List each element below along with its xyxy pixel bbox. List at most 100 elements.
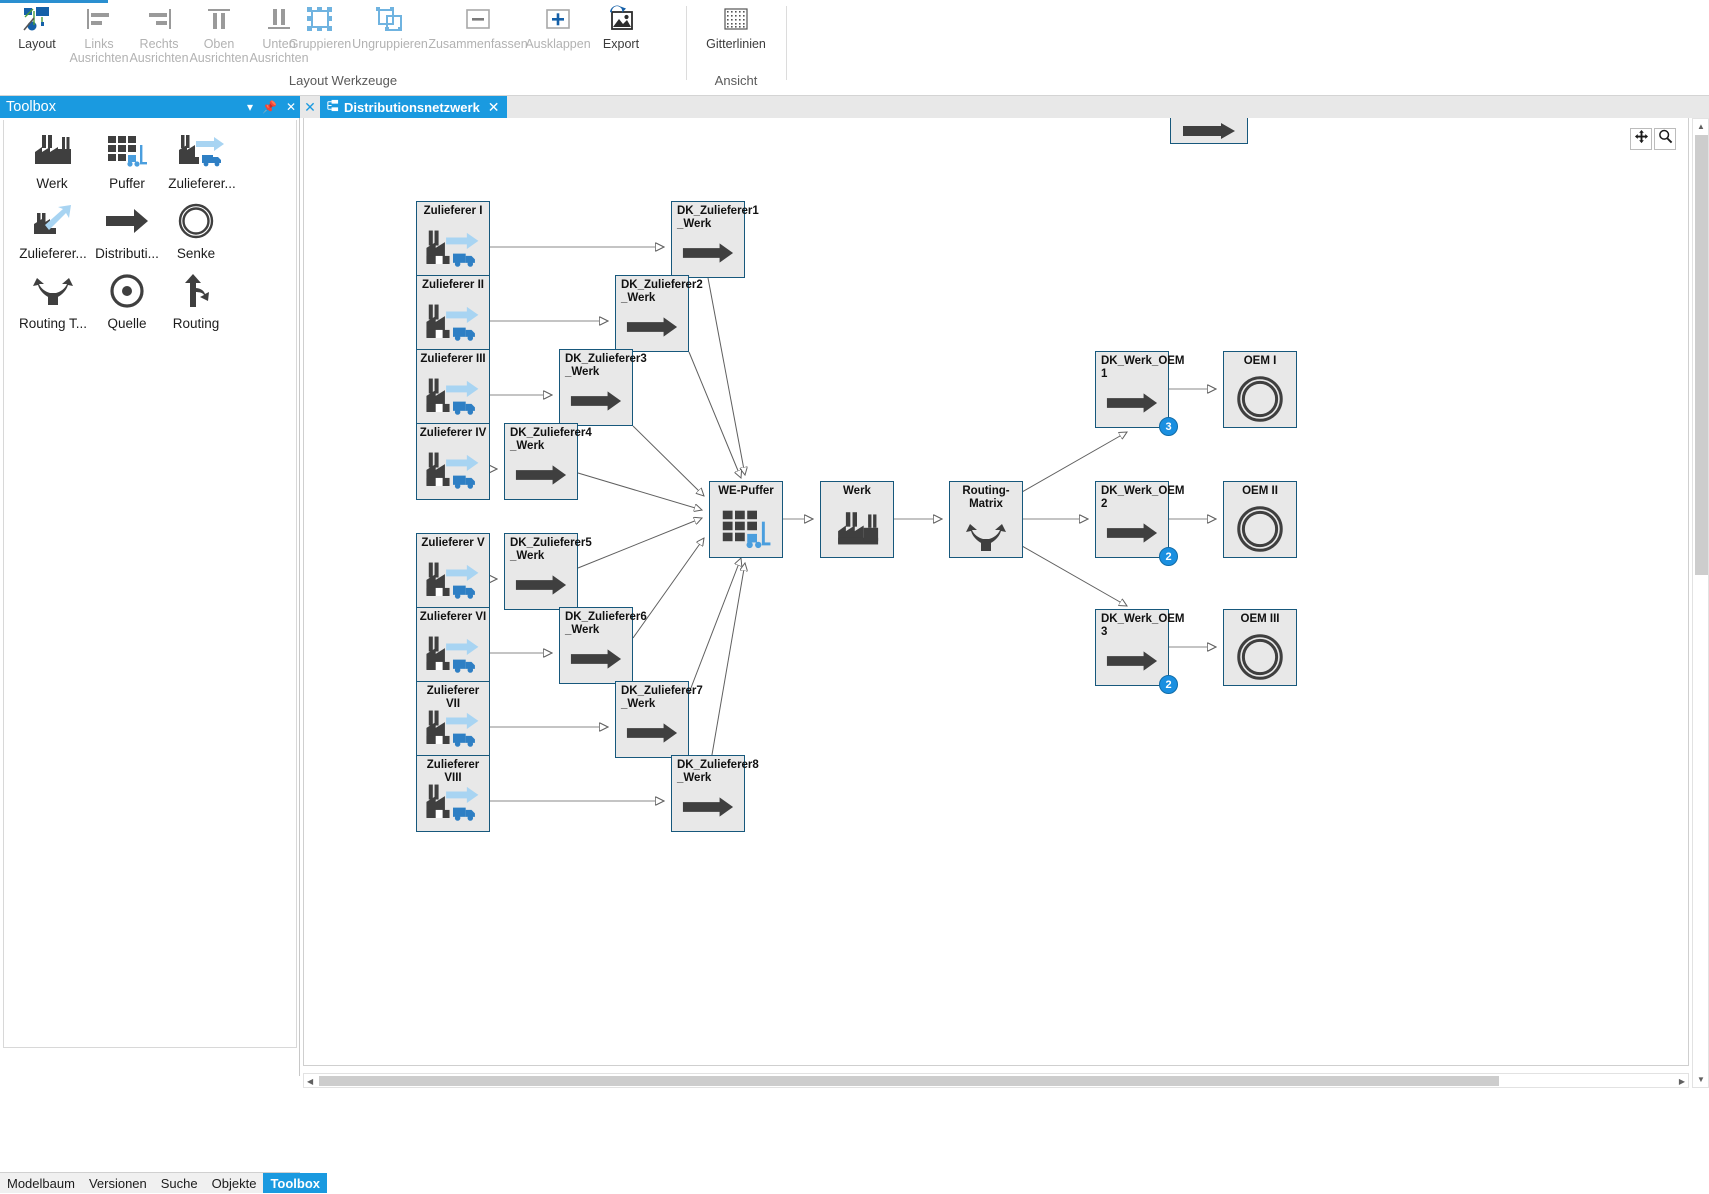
move-cross-icon: [1634, 129, 1649, 149]
toolbox-item-routing[interactable]: Routing: [156, 268, 236, 331]
zoom-tool-button[interactable]: [1654, 128, 1676, 150]
diagram-node-routing-matrix[interactable]: Routing- Matrix: [949, 481, 1023, 558]
diagram-node-zulieferer-1[interactable]: Zulieferer I: [416, 201, 490, 278]
diagram-node-dk-werk-oem-2[interactable]: DK_Werk_OEM 2 2: [1095, 481, 1185, 566]
pan-tool-button[interactable]: [1630, 128, 1652, 150]
routing-fork-icon: [7, 268, 99, 314]
supplier-truck-icon: [417, 446, 489, 496]
diagram-node-dk-zulieferer-6[interactable]: DK_Zulieferer6 _Werk: [559, 607, 647, 684]
diagram-node-oem-3[interactable]: OEM III: [1223, 609, 1297, 686]
panel-tab-suche[interactable]: Suche: [154, 1173, 205, 1193]
diagram-node-clipped-top[interactable]: [1170, 118, 1248, 144]
toolbox-item-werk-label: Werk: [36, 176, 68, 191]
node-label: Zulieferer V: [421, 537, 485, 549]
node-label: DK_Zulieferer2 _Werk: [621, 279, 703, 304]
vertical-scroll-thumb[interactable]: [1695, 135, 1708, 575]
toolbox-item-routing-tabelle[interactable]: Routing T...: [7, 268, 99, 331]
export-button[interactable]: Export: [592, 2, 650, 64]
panel-tab-objekte[interactable]: Objekte: [205, 1173, 264, 1193]
toolbox-item-puffer[interactable]: Puffer: [87, 128, 167, 191]
node-badge-count[interactable]: 2: [1159, 675, 1178, 694]
scroll-left-arrow-icon[interactable]: ◀: [307, 1077, 313, 1086]
diagram-node-zulieferer-7[interactable]: Zulieferer VII: [416, 681, 490, 758]
diagram-node-dk-zulieferer-1[interactable]: DK_Zulieferer1 _Werk: [671, 201, 759, 278]
node-label: Werk: [843, 485, 871, 497]
export-label: Export: [602, 37, 640, 51]
toolbox-item-zulieferer-transport[interactable]: Zulieferer...: [156, 128, 248, 191]
document-tab-distributionsnetzwerk[interactable]: Distributionsnetzwerk ✕: [320, 96, 507, 118]
supplier-truck-icon: [417, 224, 489, 274]
canvas-vertical-scrollbar[interactable]: ▲ ▼: [1692, 118, 1709, 1088]
sink-ring-icon: [1224, 372, 1296, 426]
gitterlinien-label: Gitterlinien: [706, 37, 766, 51]
diagram-node-zulieferer-3[interactable]: Zulieferer III: [416, 349, 490, 426]
node-label: DK_Zulieferer5 _Werk: [510, 537, 592, 562]
diagram-node-zulieferer-8[interactable]: Zulieferer VIII: [416, 755, 490, 832]
canvas-horizontal-scrollbar[interactable]: ◀ ▶: [303, 1073, 1689, 1088]
diagram-node-oem-1[interactable]: OEM I: [1223, 351, 1297, 428]
toolbox-item-routing-tabelle-label: Routing T...: [18, 316, 88, 331]
diagram-node-dk-zulieferer-7[interactable]: DK_Zulieferer7 _Werk: [615, 681, 703, 758]
node-label: Zulieferer I: [423, 205, 483, 217]
diagram-node-dk-werk-oem-3[interactable]: DK_Werk_OEM 3 2: [1095, 609, 1185, 694]
toolbox-tab-strip: Modelbaum Versionen Suche Objekte Toolbo…: [0, 1172, 328, 1193]
node-badge-count[interactable]: 2: [1159, 547, 1178, 566]
node-badge-count[interactable]: 3: [1159, 417, 1178, 436]
canvas-wrapper: Zulieferer I Zulieferer II Zulieferer II…: [300, 118, 1709, 1088]
sink-ring-icon: [156, 198, 236, 244]
arrow-right-icon: [505, 462, 577, 488]
factory-icon: [821, 506, 893, 554]
arrow-right-icon: [672, 794, 744, 820]
diagram-node-oem-2[interactable]: OEM II: [1223, 481, 1297, 558]
gitterlinien-button[interactable]: Gitterlinien: [690, 2, 782, 64]
toolbox-item-puffer-label: Puffer: [109, 176, 145, 191]
scroll-up-arrow-icon[interactable]: ▲: [1697, 122, 1705, 131]
source-dot-icon: [87, 268, 167, 314]
node-label: Routing- Matrix: [962, 485, 1010, 510]
node-label: DK_Zulieferer7 _Werk: [621, 685, 703, 710]
toolbox-item-senke[interactable]: Senke: [156, 198, 236, 261]
toolbox-item-werk[interactable]: Werk: [12, 128, 92, 191]
scroll-right-arrow-icon[interactable]: ▶: [1679, 1077, 1685, 1086]
node-label: DK_Werk_OEM 1: [1101, 355, 1185, 380]
diagram-node-dk-zulieferer-5[interactable]: DK_Zulieferer5 _Werk: [504, 533, 592, 610]
diagram-node-werk[interactable]: Werk: [820, 481, 894, 558]
diagram-node-dk-zulieferer-8[interactable]: DK_Zulieferer8 _Werk: [671, 755, 759, 832]
node-label: DK_Zulieferer1 _Werk: [677, 205, 759, 230]
toolbox-item-zulieferer-quelle[interactable]: Zulieferer...: [7, 198, 99, 261]
document-area: ✕ Distributionsnetzwerk ✕ Zulieferer I Z…: [300, 96, 1709, 1088]
arrow-right-icon: [560, 388, 632, 414]
diagram-canvas[interactable]: Zulieferer I Zulieferer II Zulieferer II…: [303, 118, 1689, 1066]
close-all-tabs-button[interactable]: ✕: [301, 96, 319, 118]
diagram-node-zulieferer-5[interactable]: Zulieferer V: [416, 533, 490, 610]
diagram-node-dk-zulieferer-3[interactable]: DK_Zulieferer3 _Werk: [559, 349, 647, 426]
diagram-node-dk-zulieferer-4[interactable]: DK_Zulieferer4 _Werk: [504, 423, 592, 500]
diagram-node-dk-zulieferer-2[interactable]: DK_Zulieferer2 _Werk: [615, 275, 703, 352]
horizontal-scroll-thumb[interactable]: [319, 1076, 1499, 1086]
node-label: OEM III: [1240, 613, 1280, 625]
panel-tab-toolbox[interactable]: Toolbox: [263, 1173, 328, 1193]
panel-tab-versionen[interactable]: Versionen: [82, 1173, 154, 1193]
toolbox-item-distribution[interactable]: Distributi...: [87, 198, 167, 261]
network-diagram-icon: [326, 99, 339, 115]
diagram-node-zulieferer-4[interactable]: Zulieferer IV: [416, 423, 490, 500]
ausklappen-button[interactable]: Ausklappen: [514, 2, 602, 64]
toolbox-title-label: Toolbox: [6, 99, 56, 115]
supplier-truck-icon: [417, 778, 489, 828]
canvas-tool-overlay: [1630, 128, 1676, 150]
diagram-node-dk-werk-oem-1[interactable]: DK_Werk_OEM 1 3: [1095, 351, 1185, 436]
node-label: OEM I: [1243, 355, 1277, 367]
toolbox-item-quelle[interactable]: Quelle: [87, 268, 167, 331]
close-icon[interactable]: ✕: [286, 96, 296, 118]
scroll-down-arrow-icon[interactable]: ▼: [1697, 1075, 1705, 1084]
document-tab-close-icon[interactable]: ✕: [488, 99, 500, 116]
diagram-node-zulieferer-6[interactable]: Zulieferer VI: [416, 607, 490, 684]
toolbox-item-zulieferer-quelle-label: Zulieferer...: [19, 246, 87, 261]
factory-arrow-icon: [7, 198, 99, 244]
diagram-node-we-puffer[interactable]: WE-Puffer: [709, 481, 783, 558]
diagram-node-zulieferer-2[interactable]: Zulieferer II: [416, 275, 490, 352]
arrow-right-icon: [1096, 390, 1168, 416]
chevron-down-icon[interactable]: ▾: [247, 96, 253, 118]
panel-tab-modelbaum[interactable]: Modelbaum: [0, 1173, 82, 1193]
pin-icon[interactable]: 📌: [262, 96, 277, 118]
